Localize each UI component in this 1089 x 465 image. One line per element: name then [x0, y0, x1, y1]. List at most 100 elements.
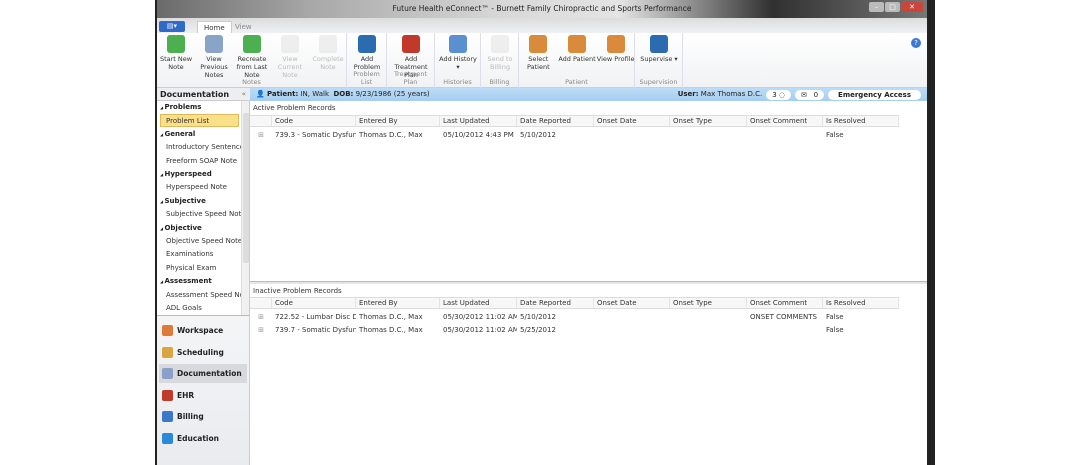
tree-category[interactable]: ◢ Hyperspeed — [157, 168, 241, 181]
ribbon-button-label: Start New Note — [159, 55, 193, 71]
collapse-icon[interactable]: « — [242, 90, 246, 98]
column-header-onset-comment[interactable]: Onset Comment — [747, 116, 823, 126]
nav-documentation[interactable]: Documentation — [159, 364, 247, 383]
problem-list-content: Active Problem Records Code Entered By Las… — [250, 101, 927, 465]
ribbon-button-view-current-note[interactable]: View Current Note — [271, 35, 309, 79]
grid-header: Code Entered By Last Updated Date Reported O… — [250, 115, 899, 127]
cell-is-resolved: False — [826, 326, 844, 334]
nav-workspace[interactable]: Workspace — [159, 321, 247, 340]
tree-item[interactable]: ADL Goals — [157, 302, 241, 315]
ribbon-group-label: Notes — [242, 78, 261, 86]
cell-code: 722.52 - Lumbar Disc Deg — [275, 313, 356, 321]
ribbon-button-send-to-billing[interactable]: Send to Billing — [481, 35, 519, 71]
nav-education[interactable]: Education — [159, 429, 247, 448]
tree-item[interactable]: Objective Speed Note — [157, 235, 241, 248]
ribbon-button-add-history[interactable]: Add History ▾ — [439, 35, 477, 71]
column-header-onset-comment[interactable]: Onset Comment — [747, 298, 823, 308]
splitter[interactable] — [250, 281, 927, 284]
cell-onset-comment — [747, 325, 823, 337]
ribbon-button-view-profile[interactable]: View Profile — [597, 35, 635, 63]
ribbon-button-view-previous-notes[interactable]: View Previous Notes — [195, 35, 233, 79]
view-previous-notes-icon — [205, 35, 223, 53]
ribbon-group-label: Histories — [443, 78, 472, 86]
ehr-icon — [162, 389, 173, 401]
ribbon-group-6: Supervise ▾ Supervision — [635, 33, 683, 88]
tab-home[interactable]: Home — [197, 21, 232, 33]
ribbon-button-supervise[interactable]: Supervise ▾ — [640, 35, 678, 63]
column-header-last-updated[interactable]: Last Updated — [440, 116, 517, 126]
help-icon[interactable]: ? — [911, 38, 921, 48]
tree-item[interactable]: Assessment Speed No — [157, 289, 241, 302]
tree-item-label: Examinations — [166, 250, 214, 259]
title-bar: Future Health eConnect™ - Burnett Family… — [157, 0, 927, 18]
ribbon-button-add-problem[interactable]: Add Problem — [348, 35, 386, 71]
cell-onset-type — [670, 325, 747, 337]
ribbon-button-recreate-from-last-note[interactable]: Recreate from Last Note — [233, 35, 271, 79]
app-menu-button[interactable]: ▤▾ — [159, 21, 185, 32]
expand-row-icon[interactable]: ⊞ — [250, 130, 272, 142]
messages-button[interactable]: ✉ 0 — [795, 89, 825, 100]
table-row[interactable]: ⊞722.52 - Lumbar Disc DegThomas D.C., Ma… — [250, 312, 899, 324]
column-header-code[interactable]: Code — [272, 298, 356, 308]
tree-category[interactable]: ◢ Subjective — [157, 195, 241, 208]
expand-row-icon[interactable]: ⊞ — [250, 312, 272, 324]
cell-onset-comment: ONSET COMMENTS — [750, 313, 817, 321]
maximize-button[interactable]: □ — [885, 2, 900, 12]
ribbon-button-label: Add History ▾ — [439, 55, 477, 71]
column-header-onset-type[interactable]: Onset Type — [670, 298, 747, 308]
patient-name[interactable]: IN, Walk — [300, 90, 329, 98]
tree-item-label: Assessment — [164, 277, 212, 286]
cell-is-resolved: False — [826, 313, 844, 321]
ribbon-button-start-new-note[interactable]: Start New Note — [157, 35, 195, 71]
tab-view[interactable]: View — [229, 21, 258, 33]
tree-item[interactable]: Physical Exam — [157, 262, 241, 275]
ribbon-button-label: Recreate from Last Note — [236, 55, 268, 79]
ribbon-group-3: Add History ▾ Histories — [435, 33, 481, 88]
cell-date-reported: 5/10/2012 — [520, 131, 556, 139]
tree-item[interactable]: Introductory Sentence — [157, 141, 241, 154]
tree-category[interactable]: ◢ Problems — [157, 101, 241, 114]
tree-item-label: Subjective — [164, 196, 206, 205]
tree-item[interactable]: Problem List — [160, 114, 239, 128]
column-header-is-resolved[interactable]: Is Resolved — [823, 298, 899, 308]
column-header-onset-type[interactable]: Onset Type — [670, 116, 747, 126]
tree-category[interactable]: ◢ General — [157, 128, 241, 141]
ribbon-button-select-patient[interactable]: Select Patient — [519, 35, 557, 71]
nav-scheduling[interactable]: Scheduling — [159, 343, 247, 362]
ribbon-button-label: View Previous Notes — [200, 55, 228, 79]
column-header-onset-date[interactable]: Onset Date — [594, 298, 670, 308]
column-header-date-reported[interactable]: Date Reported — [517, 116, 594, 126]
recreate-from-last-note-icon — [243, 35, 261, 53]
nav-billing[interactable]: Billing — [159, 407, 247, 426]
emergency-access-button[interactable]: Emergency Access — [828, 89, 921, 100]
column-header-code[interactable]: Code — [272, 116, 356, 126]
column-header-is-resolved[interactable]: Is Resolved — [823, 116, 899, 126]
tree-item[interactable]: Examinations — [157, 248, 241, 261]
column-header-onset-date[interactable]: Onset Date — [594, 116, 670, 126]
column-header-date-reported[interactable]: Date Reported — [517, 298, 594, 308]
column-header-entered-by[interactable]: Entered By — [356, 116, 440, 126]
close-button[interactable]: ✕ — [901, 2, 923, 12]
ribbon-button-add-patient[interactable]: Add Patient — [558, 35, 596, 63]
column-header-entered-by[interactable]: Entered By — [356, 298, 440, 308]
ribbon-group-0: Start New Note View Previous Notes Recreat… — [157, 33, 347, 88]
column-header-last-updated[interactable]: Last Updated — [440, 298, 517, 308]
view-profile-icon — [606, 35, 625, 53]
cell-onset-type — [670, 130, 747, 142]
table-row[interactable]: ⊞739.3 - Somatic DysfunctiThomas D.C., M… — [250, 130, 899, 142]
cell-entered-by: Thomas D.C., Max — [359, 131, 423, 139]
minimize-button[interactable]: – — [869, 2, 884, 12]
nav-ehr[interactable]: EHR — [159, 386, 247, 405]
tree-item[interactable]: Subjective Speed Note — [157, 208, 241, 221]
tree-item[interactable]: Hyperspeed Note — [157, 181, 241, 194]
table-row[interactable]: ⊞739.7 - Somatic DysfunctiThomas D.C., M… — [250, 325, 899, 337]
tree-item[interactable]: Freeform SOAP Note — [157, 155, 241, 168]
expand-row-icon[interactable]: ⊞ — [250, 325, 272, 337]
tree-category[interactable]: ◢ Assessment — [157, 275, 241, 288]
alerts-button[interactable]: 3 ◌ — [766, 89, 791, 100]
alerts-count: 3 — [772, 90, 777, 99]
tree-category[interactable]: ◢ Objective — [157, 222, 241, 235]
cell-entered-by: Thomas D.C., Max — [359, 326, 423, 334]
tree-scrollbar[interactable] — [241, 101, 249, 315]
ribbon-button-complete-note[interactable]: Complete Note — [309, 35, 347, 71]
